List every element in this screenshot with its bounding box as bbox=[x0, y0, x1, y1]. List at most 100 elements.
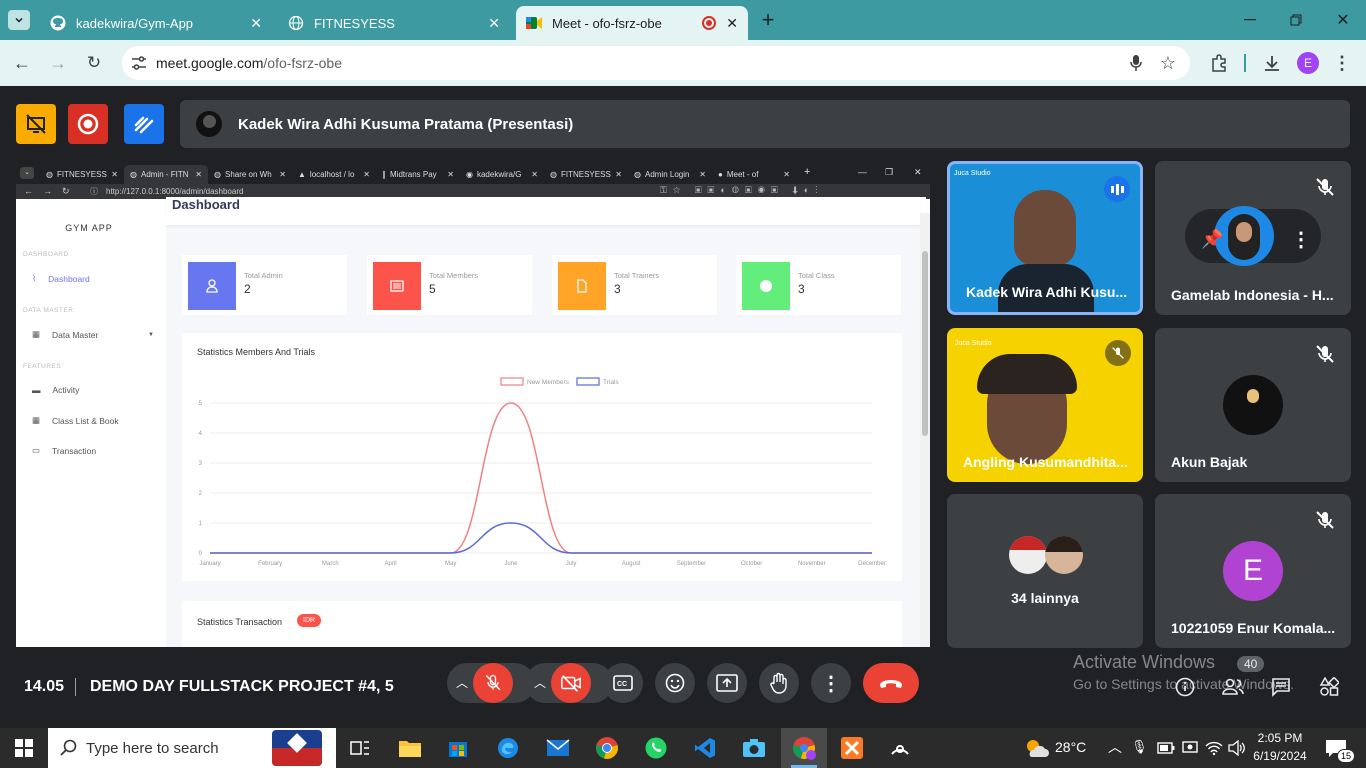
minimize-icon[interactable] bbox=[1240, 10, 1260, 30]
xampp-icon[interactable] bbox=[838, 734, 866, 762]
url-omnibox[interactable]: meet.google.com/ofo-fsrz-obe ☆ bbox=[122, 46, 1190, 80]
grid-icon: ▦ bbox=[32, 415, 41, 425]
microsoft-store-icon[interactable] bbox=[444, 734, 472, 762]
shared-screen[interactable]: ⌄ ◍ FITNESYESS ✕ ◍ Admin - FITN ✕ ◍ Share … bbox=[16, 162, 930, 647]
taskbar-search-box[interactable]: Type here to search bbox=[48, 728, 336, 768]
whiteboard-button[interactable] bbox=[124, 104, 164, 144]
members-trials-panel: Statistics Members And Trials 0 1 2 3 4 5 Janu… bbox=[182, 333, 902, 581]
camera-app-icon[interactable] bbox=[740, 734, 768, 762]
participant-tile-6[interactable]: E 10221059 Enur Komala... bbox=[1155, 494, 1351, 648]
leave-call-button[interactable] bbox=[863, 663, 919, 703]
mic-options-chevron-icon[interactable]: ︿ bbox=[456, 674, 468, 691]
restore-icon[interactable] bbox=[1286, 10, 1306, 30]
microphone-icon[interactable] bbox=[1126, 53, 1146, 73]
browser-menu-icon[interactable]: ⋮ bbox=[1333, 52, 1351, 74]
x-tick-label: October bbox=[741, 561, 762, 567]
sidebar-item-data-master[interactable]: ▦ Data Master ▼ bbox=[32, 329, 154, 340]
new-tab-plus-icon[interactable]: + bbox=[758, 7, 778, 32]
participant-tile-4[interactable]: Akun Bajak bbox=[1155, 328, 1351, 482]
raise-hand-button[interactable] bbox=[759, 663, 799, 703]
volume-icon[interactable] bbox=[1223, 734, 1251, 762]
pin-icon[interactable]: 📌 bbox=[1201, 229, 1223, 250]
sidebar-section-features: FEATURES bbox=[23, 363, 62, 370]
download-icon[interactable] bbox=[1261, 52, 1283, 74]
clock-time[interactable]: 2:05 PM bbox=[1256, 731, 1304, 745]
sidebar-item-dashboard[interactable]: ⌇ Dashboard bbox=[32, 273, 90, 284]
captions-button[interactable]: CC bbox=[603, 663, 643, 703]
close-window-icon[interactable]: ✕ bbox=[1333, 10, 1353, 30]
shared-tab-active: ◍ Admin - FITN ✕ bbox=[124, 165, 208, 184]
shared-tab: ◍ Admin Login ✕ bbox=[634, 170, 706, 179]
shared-scrollbar-thumb bbox=[922, 251, 928, 436]
participant-tile-2[interactable]: 📌 ⋮ Gamelab Indonesia - H... bbox=[1155, 161, 1351, 315]
meet-stage: Kadek Wira Adhi Kusuma Pratama (Presenta… bbox=[0, 86, 1366, 728]
participant-tile-1[interactable]: Juca Studio Kadek Wira Adhi Kusu... bbox=[947, 161, 1143, 315]
site-settings-icon[interactable] bbox=[130, 54, 148, 72]
sidebar-item-class-list[interactable]: ▦ Class List & Book bbox=[32, 415, 119, 426]
participant-tile-3[interactable]: Juca Studio Angling Kusumandhita... bbox=[947, 328, 1143, 482]
reactions-button[interactable] bbox=[655, 663, 695, 703]
github-icon bbox=[50, 15, 66, 31]
browser-tab-1[interactable]: kadekwira/Gym-App ✕ bbox=[40, 6, 272, 40]
chrome-profile-taskbar-button[interactable] bbox=[781, 728, 827, 768]
profile-avatar[interactable]: E bbox=[1297, 52, 1319, 74]
browser-tab-strip: kadekwira/Gym-App ✕ FITNESYESS ✕ Meet - … bbox=[0, 0, 1366, 40]
participant-tile-others[interactable]: 34 lainnya bbox=[947, 494, 1143, 648]
activities-icon[interactable] bbox=[1318, 676, 1340, 698]
sidebar-item-activity[interactable]: ▬ Activity bbox=[32, 385, 79, 395]
others-count: 34 lainnya bbox=[1011, 590, 1079, 606]
tab-title: kadekwira/Gym-App bbox=[76, 15, 194, 31]
browser-tab-2[interactable]: FITNESYESS ✕ bbox=[278, 6, 510, 40]
sidebar-item-transaction[interactable]: ▭ Transaction bbox=[32, 445, 96, 456]
browser-toolbar: ← → ↻ meet.google.com/ofo-fsrz-obe ☆ E ⋮ bbox=[0, 40, 1366, 86]
more-options-button[interactable]: ⋮ bbox=[811, 663, 851, 703]
mail-icon[interactable] bbox=[544, 734, 572, 762]
meeting-time: 14.05 bbox=[24, 678, 65, 695]
browser-tab-3[interactable]: Meet - ofo-fsrz-obe ✕ bbox=[516, 6, 748, 40]
y-tick-label: 3 bbox=[199, 461, 203, 467]
camera-options-chevron-icon[interactable]: ︿ bbox=[534, 674, 546, 691]
tab-close-icon[interactable]: ✕ bbox=[250, 15, 262, 32]
reload-icon[interactable]: ↻ bbox=[84, 53, 104, 73]
card-label: Total Class bbox=[798, 271, 835, 280]
recording-icon bbox=[702, 16, 717, 30]
present-screen-button[interactable] bbox=[707, 663, 747, 703]
people-icon[interactable] bbox=[1222, 676, 1244, 698]
vscode-icon[interactable] bbox=[691, 734, 719, 762]
tab-search-chevron-icon[interactable] bbox=[8, 10, 30, 30]
admin-header: Dashboard bbox=[166, 197, 926, 225]
shared-toolbar-icons: ⚿☆ ▣▣◐◍▣◉▣ ⬇◐⋮ bbox=[660, 185, 824, 195]
meeting-info-icon[interactable] bbox=[1174, 676, 1196, 698]
mic-toggle-button[interactable] bbox=[473, 663, 513, 703]
more-options-icon[interactable]: ⋮ bbox=[1291, 227, 1311, 252]
task-view-icon[interactable] bbox=[346, 734, 374, 762]
gym-app-brand: GYM APP bbox=[65, 223, 113, 233]
shared-tab: ● Meet - of ✕ bbox=[718, 170, 790, 179]
more-vert-icon: ⋮ bbox=[821, 672, 841, 695]
obs-like-icon[interactable] bbox=[886, 734, 914, 762]
x-tick-label: September bbox=[677, 561, 706, 567]
show-hidden-icons-chevron-icon[interactable]: ︿ bbox=[1108, 737, 1122, 757]
admin-sidebar: GYM APP DASHBOARD ⌇ Dashboard DATA MASTER… bbox=[16, 213, 166, 647]
back-arrow-icon[interactable]: ← bbox=[12, 53, 32, 73]
clock-date[interactable]: 6/19/2024 bbox=[1252, 749, 1308, 763]
shared-tab: ◍ FITNESYESS ✕ bbox=[46, 170, 118, 179]
mic-off-icon bbox=[1316, 345, 1334, 363]
bookmark-star-icon[interactable]: ☆ bbox=[1158, 53, 1178, 73]
chrome-icon[interactable] bbox=[593, 734, 621, 762]
windows-start-icon[interactable] bbox=[10, 734, 38, 762]
camera-toggle-button[interactable] bbox=[551, 663, 591, 703]
tab-close-icon[interactable]: ✕ bbox=[726, 15, 738, 32]
extensions-icon[interactable] bbox=[1208, 52, 1230, 74]
recording-button[interactable] bbox=[68, 104, 108, 144]
hide-presentation-button[interactable] bbox=[16, 104, 56, 144]
chat-icon[interactable] bbox=[1270, 676, 1292, 698]
search-icon bbox=[60, 739, 77, 756]
tab-close-icon[interactable]: ✕ bbox=[488, 15, 500, 32]
whatsapp-icon[interactable] bbox=[642, 734, 670, 762]
forward-arrow-icon[interactable]: → bbox=[48, 53, 68, 73]
file-explorer-icon[interactable] bbox=[396, 734, 424, 762]
participant-hair bbox=[977, 354, 1077, 394]
edge-icon[interactable] bbox=[494, 734, 522, 762]
chart-icon: ⌇ bbox=[32, 273, 37, 283]
